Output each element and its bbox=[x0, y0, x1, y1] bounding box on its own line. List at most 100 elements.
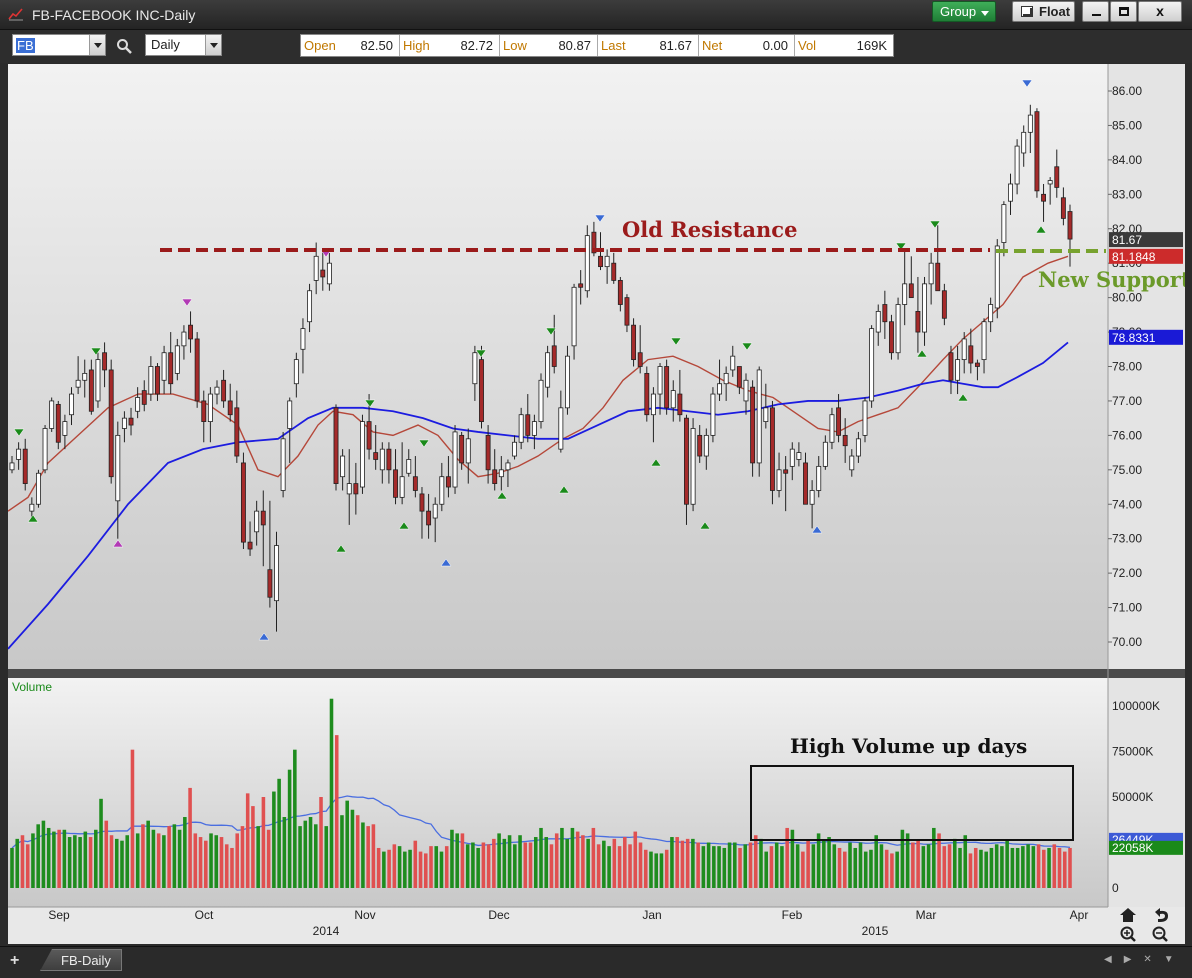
candle-body bbox=[373, 452, 379, 460]
candle-body bbox=[194, 338, 200, 402]
candle-body bbox=[69, 393, 74, 416]
candle-body bbox=[472, 352, 478, 385]
volume-bar bbox=[638, 842, 643, 888]
candle-body bbox=[399, 476, 405, 498]
search-icon[interactable] bbox=[116, 38, 132, 54]
candle-body bbox=[750, 386, 756, 464]
minimize-button[interactable] bbox=[1082, 1, 1109, 22]
volume-bar bbox=[722, 847, 727, 888]
period-select[interactable]: Daily bbox=[145, 34, 222, 56]
price-volume-chart[interactable]: 86.0085.0084.0083.0082.0081.0080.0079.00… bbox=[8, 64, 1185, 944]
candle-body bbox=[717, 383, 722, 395]
volume-bar bbox=[544, 837, 549, 888]
group-button[interactable]: Group bbox=[932, 1, 996, 22]
candle-body bbox=[498, 469, 504, 478]
volume-bar bbox=[298, 826, 302, 888]
candle-body bbox=[1047, 180, 1053, 185]
candle-body bbox=[518, 414, 524, 443]
candle-body bbox=[479, 359, 484, 422]
volume-bar bbox=[654, 853, 659, 888]
chart-area[interactable]: 86.0085.0084.0083.0082.0081.0080.0079.00… bbox=[8, 64, 1185, 944]
volume-bar bbox=[759, 838, 763, 888]
candle-body bbox=[207, 393, 213, 422]
volume-bar bbox=[439, 851, 444, 888]
volume-bar bbox=[863, 851, 868, 888]
volume-bar bbox=[822, 840, 826, 888]
price-tick-label: 86.00 bbox=[1112, 84, 1142, 98]
volume-bar bbox=[801, 851, 805, 888]
candle-body bbox=[829, 414, 835, 443]
add-tab-button[interactable]: + bbox=[10, 952, 19, 970]
volume-bar bbox=[602, 840, 606, 888]
volume-bar bbox=[198, 837, 203, 888]
volume-bar bbox=[183, 817, 187, 888]
volume-bar bbox=[1068, 847, 1072, 888]
high-volume-label: High Volume up days bbox=[790, 734, 1027, 758]
tab-scroll-right-icon[interactable]: ▶ bbox=[1124, 954, 1132, 965]
volume-bar bbox=[884, 849, 889, 888]
period-dropdown-button[interactable] bbox=[205, 35, 221, 55]
volume-bar bbox=[612, 838, 617, 888]
volume-bar bbox=[1010, 847, 1015, 888]
candle-body bbox=[108, 369, 114, 478]
volume-bar bbox=[497, 833, 501, 888]
volume-bar bbox=[224, 844, 229, 888]
volume-bar bbox=[214, 835, 219, 888]
volume-bar bbox=[649, 851, 653, 888]
volume-tick-label: 100000K bbox=[1112, 699, 1160, 713]
volume-bar bbox=[193, 833, 198, 888]
candle-body bbox=[240, 462, 246, 543]
volume-bar bbox=[434, 846, 439, 888]
volume-bar bbox=[591, 827, 596, 888]
candle-body bbox=[862, 400, 868, 436]
candle-body bbox=[412, 476, 418, 491]
volume-bar bbox=[518, 835, 522, 888]
candle-body bbox=[326, 262, 332, 285]
candle-body bbox=[677, 393, 683, 416]
candle-body bbox=[531, 421, 537, 436]
volume-bar bbox=[476, 847, 480, 888]
volume-bar bbox=[146, 820, 150, 888]
volume-bar bbox=[717, 846, 721, 888]
volume-bar bbox=[848, 842, 852, 888]
volume-bar bbox=[900, 829, 905, 888]
volume-bar bbox=[167, 826, 171, 888]
candle-body bbox=[201, 400, 207, 423]
volume-bar bbox=[15, 838, 20, 888]
volume-bar bbox=[701, 846, 706, 888]
window-title: FB-FACEBOOK INC-Daily bbox=[32, 7, 196, 23]
close-button[interactable]: x bbox=[1138, 1, 1182, 22]
candle-body bbox=[875, 310, 881, 333]
candle-body bbox=[783, 469, 789, 474]
candle-body bbox=[432, 503, 438, 519]
volume-bar bbox=[230, 847, 234, 888]
maximize-button[interactable] bbox=[1110, 1, 1137, 22]
tab-fb-daily[interactable]: FB-Daily bbox=[40, 949, 122, 971]
tab-menu-icon[interactable]: ▼ bbox=[1164, 954, 1174, 965]
tab-close-icon[interactable]: ✕ bbox=[1143, 954, 1151, 965]
group-button-label: Group bbox=[940, 4, 977, 19]
candle-body bbox=[227, 400, 233, 416]
quote-vol: Vol 169K bbox=[798, 38, 887, 53]
volume-bar bbox=[806, 840, 810, 888]
volume-bar bbox=[523, 842, 528, 888]
tab-scroll-left-icon[interactable]: ◀ bbox=[1104, 954, 1112, 965]
volume-bar bbox=[235, 833, 239, 888]
symbol-input[interactable]: FB bbox=[12, 34, 106, 56]
volume-bar bbox=[623, 837, 627, 888]
candle-body bbox=[439, 476, 445, 505]
candle-body bbox=[637, 352, 643, 367]
candle-body bbox=[525, 414, 531, 436]
float-button[interactable]: Float bbox=[1012, 1, 1075, 22]
volume-bar bbox=[680, 840, 685, 888]
candle-body bbox=[254, 510, 260, 533]
price-badge-label: 78.8331 bbox=[1112, 331, 1156, 345]
volume-bar bbox=[350, 809, 355, 888]
volume-bar bbox=[329, 698, 334, 888]
x-month-label: Mar bbox=[916, 908, 937, 922]
volume-bar bbox=[130, 749, 135, 888]
volume-bar bbox=[874, 835, 878, 888]
volume-bar bbox=[921, 846, 926, 888]
symbol-dropdown-button[interactable] bbox=[89, 35, 105, 55]
panel-splitter[interactable] bbox=[8, 669, 1185, 678]
